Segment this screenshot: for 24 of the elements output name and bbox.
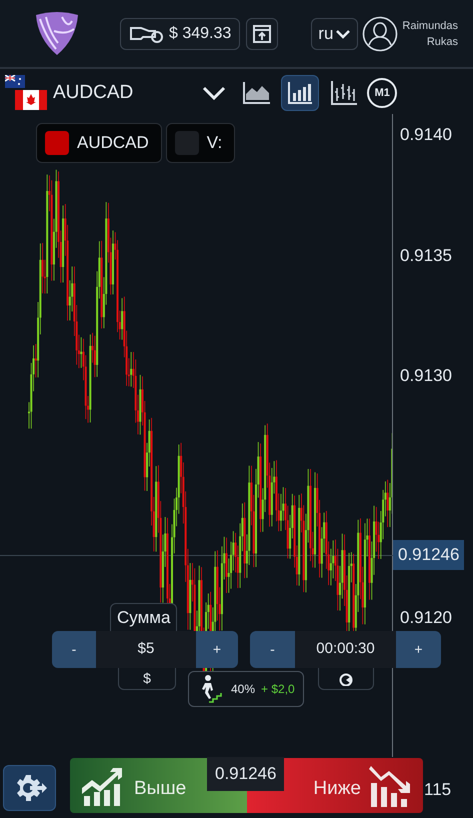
price-axis-label: 0.9140: [400, 124, 452, 146]
price-axis-label: 0.9120: [400, 606, 452, 629]
profit-amount: + $2,0: [261, 681, 295, 698]
increase-time-button[interactable]: +: [396, 631, 441, 668]
payout-percent: 40%: [231, 681, 256, 698]
duration-field[interactable]: 00:00:30: [295, 631, 396, 668]
user-name: Raimundas Rukas: [402, 18, 458, 50]
legend-label: AUDCAD: [77, 132, 150, 154]
decrease-time-button[interactable]: -: [250, 631, 295, 668]
increase-amount-button[interactable]: +: [196, 631, 238, 668]
price-axis-label: 0.9135: [400, 244, 452, 267]
price-axis-label: 0.9130: [400, 365, 452, 388]
price-axis-label: 115: [424, 779, 452, 801]
current-price-tag: 0.91246: [393, 540, 464, 570]
language-select[interactable]: ru: [311, 18, 358, 50]
currency-button[interactable]: $: [118, 668, 176, 690]
current-price-tooltip: 0.91246: [207, 757, 284, 791]
timeframe-button[interactable]: M1: [367, 78, 398, 108]
amount-field[interactable]: $5: [96, 631, 196, 668]
decrease-amount-button[interactable]: -: [52, 631, 96, 668]
balance-display[interactable]: $ 349.33: [120, 18, 240, 50]
pair-name: AUDCAD: [53, 80, 134, 105]
amount-label: Сумма: [117, 606, 170, 629]
legend-label: V:: [206, 132, 224, 154]
